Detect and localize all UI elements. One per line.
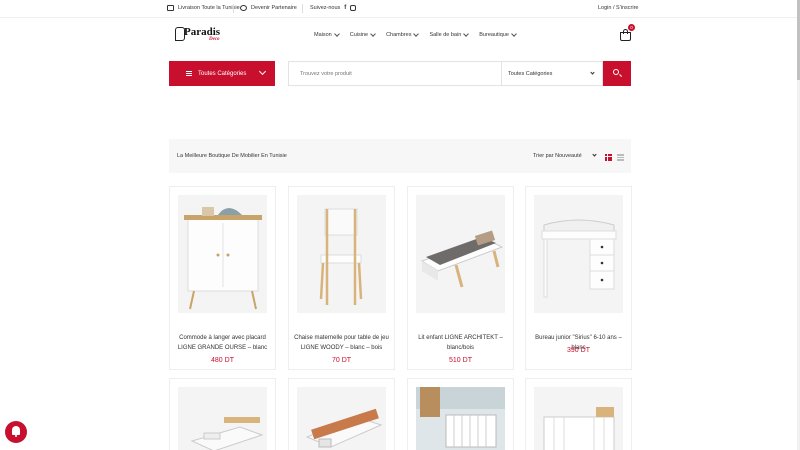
nav-item-bureautique[interactable]: Bureautique [479, 31, 517, 38]
nav-item-salle-de-bain[interactable]: Salle de bain [429, 31, 470, 38]
nav-label: Cuisine [349, 32, 369, 38]
search-button[interactable] [603, 61, 631, 86]
product-name[interactable]: Lit enfant LIGNE ARCHITEKT – blanc/bois [412, 333, 509, 353]
login-link[interactable]: Login / S'inscrire [598, 5, 639, 11]
search-input[interactable] [288, 61, 502, 86]
nav-label: Chambres [386, 32, 412, 38]
truck-icon [167, 5, 174, 11]
handshake-icon [240, 5, 247, 11]
product-card[interactable]: Lit enfant LIGNE ARCHITEKT – blanc/bois … [407, 186, 514, 370]
divider [233, 4, 234, 13]
main-nav: Maison Cuisine Chambres Salle de bain Bu… [314, 31, 527, 38]
product-card[interactable]: Chaise maternelle pour table de jeu LIGN… [288, 186, 395, 370]
partners-link[interactable]: Devenir Partenaire [240, 5, 297, 11]
partners-text: Devenir Partenaire [251, 5, 297, 11]
shopping-bag-icon [620, 32, 631, 41]
search-icon [613, 69, 619, 75]
nav-item-cuisine[interactable]: Cuisine [349, 31, 376, 38]
shop-title: La Meilleure Boutique De Mobilier En Tun… [177, 153, 287, 159]
product-price: 480 DT [211, 357, 234, 364]
product-card[interactable]: Bureau junior "Sirius" 6-10 ans – blanc … [525, 186, 632, 370]
bell-icon [12, 426, 20, 435]
nav-label: Maison [314, 32, 332, 38]
product-image[interactable] [178, 195, 267, 313]
cart-count-badge: 0 [628, 24, 635, 31]
chevron-down-icon [511, 31, 517, 37]
top-bar: Livraison Toute la Tunisie Devenir Parte… [0, 0, 800, 18]
search-category-select[interactable]: Toutes Catégories [501, 61, 603, 86]
chevron-down-icon [463, 31, 470, 37]
nav-label: Bureautique [479, 32, 509, 38]
delivery-text: Livraison Toute la Tunisie [178, 5, 240, 11]
sort-prefix: Trier par [533, 153, 554, 159]
grid-view-icon[interactable] [605, 154, 612, 161]
chevron-down-icon [592, 152, 597, 157]
list-view-icon[interactable] [617, 154, 624, 161]
product-image[interactable] [534, 387, 623, 450]
search-category-value: Toutes Catégories [508, 71, 553, 77]
divider [302, 4, 303, 13]
product-image[interactable] [297, 387, 386, 450]
product-card[interactable]: Commode à langer avec placard LIGNE GRAN… [169, 186, 276, 370]
product-name[interactable]: Chaise maternelle pour table de jeu LIGN… [293, 333, 390, 353]
product-name[interactable]: Commode à langer avec placard LIGNE GRAN… [174, 333, 271, 353]
product-card[interactable] [525, 378, 632, 450]
delivery-info: Livraison Toute la Tunisie [167, 5, 240, 11]
product-image[interactable] [534, 195, 623, 313]
cart-button[interactable]: 0 [619, 24, 635, 42]
product-price: 70 DT [331, 357, 352, 364]
product-image[interactable] [297, 195, 386, 313]
site-logo[interactable]: Paradis Deco [175, 26, 227, 46]
facebook-icon[interactable]: f [344, 5, 346, 11]
nav-item-chambres[interactable]: Chambres [386, 31, 420, 38]
product-image[interactable] [416, 195, 505, 313]
product-image[interactable] [178, 387, 267, 450]
instagram-icon[interactable] [350, 5, 357, 11]
chevron-down-icon [370, 31, 376, 37]
logo-sub: Deco [209, 37, 220, 42]
all-categories-button[interactable]: Toutes Catégories [169, 61, 275, 86]
login-text: Login / S'inscrire [598, 5, 639, 11]
product-card[interactable] [169, 378, 276, 450]
notification-bell-button[interactable] [5, 421, 27, 443]
chevron-down-icon [590, 70, 595, 75]
product-price: 390 DT [567, 347, 590, 354]
product-card[interactable] [407, 378, 514, 450]
bell-clapper [15, 435, 17, 437]
all-categories-label: Toutes Catégories [198, 70, 247, 77]
product-price: 510 DT [449, 357, 472, 364]
product-card[interactable] [288, 378, 395, 450]
chevron-down-icon [258, 67, 267, 76]
chevron-down-icon [333, 31, 340, 37]
menu-icon [186, 71, 192, 76]
nav-item-maison[interactable]: Maison [314, 31, 340, 38]
product-image[interactable] [416, 387, 505, 450]
follow-text: Suivez-nous [310, 5, 341, 11]
shop-toolbar: La Meilleure Boutique De Mobilier En Tun… [169, 139, 631, 173]
social-links: Suivez-nous f [310, 5, 357, 11]
chevron-down-icon [413, 31, 420, 37]
sort-select[interactable]: Trier par Nouveauté [533, 152, 597, 159]
nav-label: Salle de bain [429, 32, 462, 38]
sort-value: Nouveauté [555, 153, 582, 159]
